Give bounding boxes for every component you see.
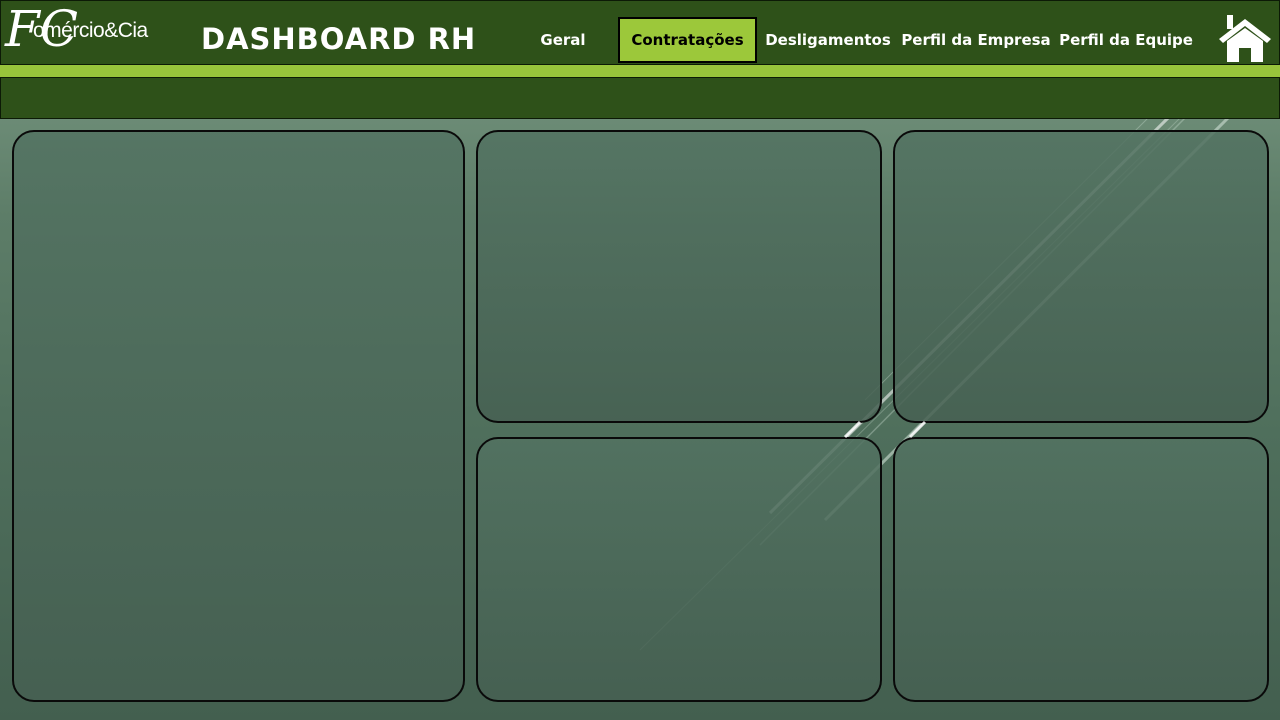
filter-bar <box>0 77 1280 119</box>
header-bar: FC omércio&Cia DASHBOARD RH Geral Contra… <box>0 0 1280 65</box>
panel-middle-bottom <box>476 437 882 702</box>
panel-middle-top <box>476 130 882 423</box>
tab-perfil-empresa[interactable]: Perfil da Empresa <box>901 17 1051 63</box>
panel-right-top <box>893 130 1269 423</box>
home-button[interactable] <box>1215 15 1275 65</box>
accent-bar <box>0 65 1280 77</box>
main-nav: Geral Contratações Desligamentos Perfil … <box>1 1 1280 65</box>
panel-left <box>12 130 465 702</box>
panel-right-bottom <box>893 437 1269 702</box>
tab-perfil-equipe[interactable]: Perfil da Equipe <box>1057 17 1195 63</box>
tab-contratacoes[interactable]: Contratações <box>618 17 757 63</box>
tab-geral[interactable]: Geral <box>523 17 603 63</box>
home-icon <box>1219 15 1271 62</box>
tab-desligamentos[interactable]: Desligamentos <box>763 17 893 63</box>
